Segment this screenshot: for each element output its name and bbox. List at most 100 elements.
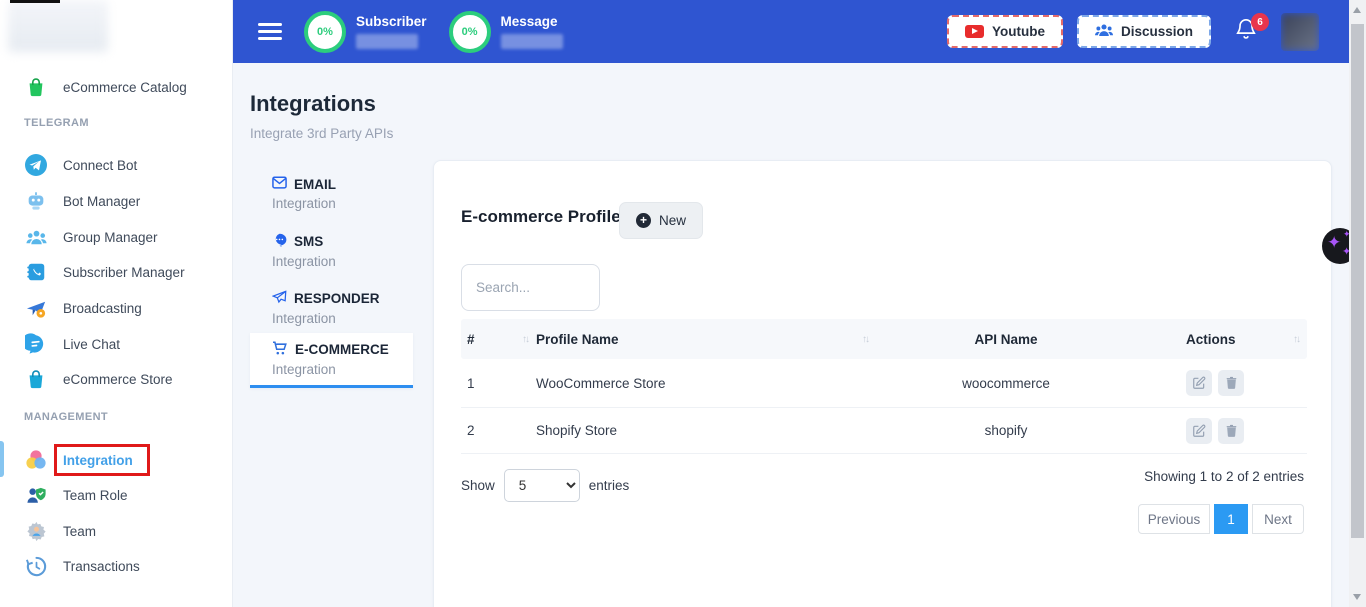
cell-num: 1 <box>461 376 536 391</box>
column-header-profile-name[interactable]: Profile Name↑↓ <box>536 332 876 347</box>
hamburger-menu-icon[interactable] <box>258 19 282 45</box>
phonebook-icon <box>24 260 48 284</box>
page-1-button[interactable]: 1 <box>1214 504 1248 534</box>
sidebar-item-label: Live Chat <box>63 337 120 352</box>
tab-sms-integration[interactable]: SMS Integration <box>250 225 413 277</box>
sidebar-item-transactions[interactable]: Transactions <box>0 548 233 584</box>
role-shield-icon <box>24 483 48 507</box>
sidebar-item-ecommerce-store[interactable]: eCommerce Store <box>0 361 233 397</box>
sms-bubble-icon <box>272 233 287 250</box>
sidebar-item-label: Broadcasting <box>63 301 142 316</box>
sidebar-item-connect-bot[interactable]: Connect Bot <box>0 147 233 183</box>
next-page-button[interactable]: Next <box>1252 504 1304 534</box>
user-avatar[interactable] <box>1281 13 1319 51</box>
column-header-num[interactable]: #↑↓ <box>461 332 536 347</box>
sidebar-item-label: Team Role <box>63 488 128 503</box>
sidebar-item-bot-manager[interactable]: Bot Manager <box>0 183 233 219</box>
tab-subtitle: Integration <box>272 196 413 211</box>
sidebar-item-ecommerce-catalog[interactable]: eCommerce Catalog <box>0 69 233 105</box>
youtube-icon <box>965 25 984 38</box>
sidebar-item-label: Team <box>63 524 96 539</box>
history-clock-icon <box>24 554 48 578</box>
subscriber-label: Subscriber <box>356 14 427 29</box>
sidebar-item-live-chat[interactable]: Live Chat <box>0 326 233 362</box>
tab-title: EMAIL <box>294 177 336 192</box>
plus-circle-icon: + <box>636 213 651 228</box>
new-profile-button[interactable]: + New <box>619 202 703 239</box>
shopping-cart-icon <box>272 341 288 358</box>
edit-button[interactable] <box>1186 370 1212 396</box>
subscriber-progress-ring: 0% <box>304 11 346 53</box>
edit-button[interactable] <box>1186 418 1212 444</box>
scrollbar-thumb[interactable] <box>1351 24 1364 538</box>
message-progress-ring: 0% <box>449 11 491 53</box>
showing-entries-text: Showing 1 to 2 of 2 entries <box>1144 469 1304 484</box>
ecommerce-profile-card: E-commerce Profile + New #↑↓ Profile Nam… <box>433 160 1332 607</box>
tab-ecommerce-integration[interactable]: E-COMMERCE Integration <box>250 333 413 388</box>
table-header-row: #↑↓ Profile Name↑↓ API Name Actions↑↓ <box>461 319 1307 359</box>
users-group-icon <box>24 225 48 249</box>
message-label: Message <box>501 14 563 29</box>
scroll-up-arrow-icon[interactable] <box>1353 7 1361 13</box>
tab-subtitle: Integration <box>272 311 413 326</box>
sidebar-item-subscriber-manager[interactable]: Subscriber Manager <box>0 254 233 290</box>
scrollbar[interactable] <box>1349 0 1366 607</box>
tab-responder-integration[interactable]: RESPONDER Integration <box>250 282 413 334</box>
cell-profile-name: Shopify Store <box>536 423 876 438</box>
pagination: Previous 1 Next <box>1138 504 1304 534</box>
previous-page-button[interactable]: Previous <box>1138 504 1210 534</box>
active-indicator <box>0 441 4 477</box>
entries-label: entries <box>589 478 630 493</box>
sidebar-item-label: Transactions <box>63 559 140 574</box>
sparkle-icon: ✦ <box>1327 233 1341 253</box>
tab-subtitle: Integration <box>272 254 413 269</box>
tab-title: RESPONDER <box>294 291 380 306</box>
notification-bell-icon[interactable]: 6 <box>1235 17 1257 46</box>
sort-icon[interactable]: ↑↓ <box>862 334 868 345</box>
page-size-control: Show 5 entries <box>461 469 629 502</box>
broadcast-icon <box>24 296 48 320</box>
tab-email-integration[interactable]: EMAIL Integration <box>250 168 413 219</box>
sidebar-item-broadcasting[interactable]: Broadcasting <box>0 290 233 326</box>
page-size-select[interactable]: 5 <box>504 469 580 502</box>
sidebar-item-label: Integration <box>63 453 133 468</box>
profiles-table: #↑↓ Profile Name↑↓ API Name Actions↑↓ 1 … <box>461 319 1307 454</box>
message-percent: 0% <box>462 26 478 38</box>
delete-button[interactable] <box>1218 370 1244 396</box>
youtube-button[interactable]: Youtube <box>947 15 1063 48</box>
tab-title: SMS <box>294 234 323 249</box>
sidebar-item-label: Subscriber Manager <box>63 265 185 280</box>
app-logo <box>8 0 108 52</box>
main-content: Integrations Integrate 3rd Party APIs EM… <box>233 63 1349 607</box>
table-row: 2 Shopify Store shopify <box>461 408 1307 454</box>
sidebar-item-team[interactable]: Team <box>0 513 233 549</box>
scroll-down-arrow-icon[interactable] <box>1353 594 1361 600</box>
sidebar-item-label: eCommerce Catalog <box>63 80 187 95</box>
sidebar-item-label: Connect Bot <box>63 158 137 173</box>
users-icon <box>1095 23 1113 40</box>
page-title: Integrations <box>250 91 376 117</box>
delete-button[interactable] <box>1218 418 1244 444</box>
message-stat: 0% Message <box>449 11 563 53</box>
discussion-button[interactable]: Discussion <box>1077 15 1211 48</box>
sidebar-section-management: MANAGEMENT <box>24 411 108 425</box>
envelope-icon <box>272 176 287 192</box>
sidebar-item-team-role[interactable]: Team Role <box>0 477 233 513</box>
subscriber-stat: 0% Subscriber <box>304 11 427 53</box>
cell-profile-name: WooCommerce Store <box>536 376 876 391</box>
sidebar-item-integration[interactable]: Integration <box>0 442 233 478</box>
search-input[interactable] <box>461 264 600 311</box>
tab-subtitle: Integration <box>272 362 413 377</box>
sidebar-item-group-manager[interactable]: Group Manager <box>0 219 233 255</box>
discussion-button-label: Discussion <box>1121 24 1193 39</box>
integration-circles-icon <box>24 448 48 472</box>
card-heading: E-commerce Profile <box>461 207 621 227</box>
tab-title: E-COMMERCE <box>295 342 389 357</box>
column-header-api-name[interactable]: API Name <box>876 332 1136 347</box>
sidebar-section-telegram: TELEGRAM <box>24 117 89 131</box>
sort-icon[interactable]: ↑↓ <box>1293 334 1299 345</box>
shopping-bag-icon <box>24 75 48 99</box>
sidebar: eCommerce Catalog TELEGRAM Connect Bot B… <box>0 0 233 607</box>
sort-icon[interactable]: ↑↓ <box>522 334 528 345</box>
cell-num: 2 <box>461 423 536 438</box>
